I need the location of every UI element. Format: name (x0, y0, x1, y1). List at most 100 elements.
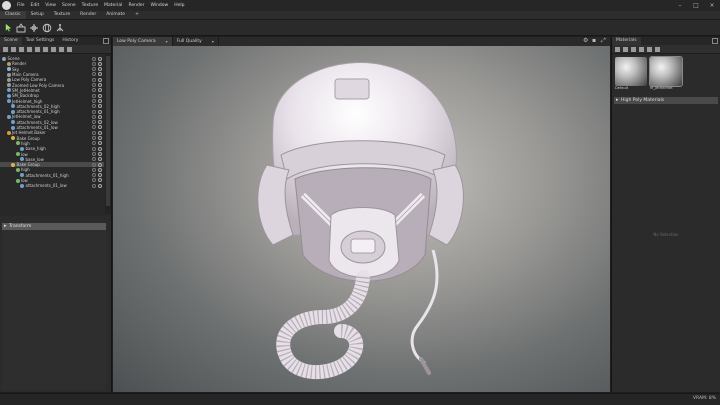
workspace-tab-add[interactable]: + (130, 11, 144, 19)
workspace-tab-setup[interactable]: Setup (26, 11, 49, 19)
workspace-tab-render[interactable]: Render (75, 11, 101, 19)
lock-toggle-icon[interactable] (92, 178, 96, 183)
visibility-toggle-icon[interactable] (98, 77, 102, 82)
new-material-icon[interactable] (615, 46, 620, 52)
visibility-toggle-icon[interactable] (98, 56, 102, 61)
visibility-toggle-icon[interactable] (98, 83, 102, 88)
visibility-toggle-icon[interactable] (98, 130, 102, 135)
lock-toggle-icon[interactable] (92, 120, 96, 125)
add-object-icon[interactable] (3, 46, 8, 52)
menu-item-help[interactable]: Help (171, 0, 187, 11)
visibility-toggle-icon[interactable] (98, 104, 102, 109)
maximize-viewport-icon[interactable]: ⤢ (601, 38, 607, 44)
lock-toggle-icon[interactable] (92, 130, 96, 135)
material-swatch[interactable]: M_JetHelmet (649, 56, 683, 91)
menu-item-window[interactable]: Window (147, 0, 171, 11)
3d-viewport[interactable]: Low Poly Camera ▾ Full Quality ▾ ⚙ ▪ ⤢ (113, 37, 610, 392)
lock-toggle-icon[interactable] (92, 98, 96, 103)
lock-toggle-icon[interactable] (92, 61, 96, 66)
visibility-toggle-icon[interactable] (98, 120, 102, 125)
delete-material-icon[interactable] (639, 46, 644, 52)
lock-toggle-icon[interactable] (92, 146, 96, 151)
lock-toggle-icon[interactable] (92, 141, 96, 146)
scene-object-tool-icon[interactable] (16, 22, 26, 33)
lock-toggle-icon[interactable] (92, 125, 96, 130)
visibility-toggle-icon[interactable] (98, 167, 102, 172)
menu-item-render[interactable]: Render (125, 0, 147, 11)
lock-toggle-icon[interactable] (92, 104, 96, 109)
lock-toggle-icon[interactable] (92, 151, 96, 156)
gear-icon[interactable]: ⚙ (583, 38, 589, 44)
import-material-icon[interactable] (631, 46, 636, 52)
maximize-icon[interactable]: □ (688, 0, 704, 11)
material-options-icon[interactable] (655, 46, 660, 52)
visibility-toggle-icon[interactable] (98, 72, 102, 77)
visibility-toggle-icon[interactable] (98, 146, 102, 151)
duplicate-material-icon[interactable] (623, 46, 628, 52)
visibility-toggle-icon[interactable] (98, 136, 102, 141)
visibility-toggle-icon[interactable] (98, 61, 102, 66)
visibility-toggle-icon[interactable] (98, 67, 102, 72)
lock-toggle-icon[interactable] (92, 173, 96, 178)
visibility-toggle-icon[interactable] (98, 162, 102, 167)
menu-item-texture[interactable]: Texture (79, 0, 101, 11)
lock-toggle-icon[interactable] (92, 83, 96, 88)
menu-item-material[interactable]: Material (101, 0, 125, 11)
scene-tree-scrollbar[interactable] (105, 54, 111, 214)
visibility-toggle-icon[interactable] (98, 88, 102, 93)
tab-history[interactable]: History (58, 37, 82, 45)
dock-icon[interactable] (103, 38, 109, 44)
high-poly-materials-header[interactable]: High Poly Materials (614, 97, 718, 104)
add-baker-icon[interactable] (35, 46, 40, 52)
add-camera-icon[interactable] (19, 46, 24, 52)
import-icon[interactable] (59, 46, 64, 52)
visibility-toggle-icon[interactable] (98, 157, 102, 162)
lock-toggle-icon[interactable] (92, 167, 96, 172)
lock-toggle-icon[interactable] (92, 136, 96, 141)
workspace-tab-animate[interactable]: Animate (101, 11, 130, 19)
delete-icon[interactable] (51, 46, 56, 52)
close-icon[interactable]: × (704, 0, 720, 11)
tree-item[interactable]: attachments_01_low (0, 183, 104, 188)
visibility-toggle-icon[interactable] (98, 114, 102, 119)
materials-title[interactable]: Materials (612, 37, 641, 45)
menu-item-edit[interactable]: Edit (28, 0, 43, 11)
workspace-tab-classic[interactable]: Classic (0, 11, 26, 19)
add-group-icon[interactable] (27, 46, 32, 52)
menu-item-scene[interactable]: Scene (59, 0, 79, 11)
pin-icon[interactable]: ▪ (592, 38, 598, 44)
visibility-toggle-icon[interactable] (98, 178, 102, 183)
dock-icon[interactable] (712, 38, 718, 44)
visibility-toggle-icon[interactable] (98, 173, 102, 178)
scale-tool-icon[interactable] (55, 23, 65, 33)
add-light-icon[interactable] (11, 46, 16, 52)
minimize-icon[interactable]: – (672, 0, 688, 11)
lock-toggle-icon[interactable] (92, 56, 96, 61)
lock-toggle-icon[interactable] (92, 77, 96, 82)
lock-toggle-icon[interactable] (92, 72, 96, 77)
refresh-material-icon[interactable] (647, 46, 652, 52)
move-tool-icon[interactable] (29, 23, 39, 33)
visibility-toggle-icon[interactable] (98, 141, 102, 146)
lock-toggle-icon[interactable] (92, 157, 96, 162)
tab-scene[interactable]: Scene (0, 37, 22, 45)
menu-item-view[interactable]: View (42, 0, 59, 11)
menu-item-file[interactable]: File (14, 0, 28, 11)
lock-toggle-icon[interactable] (92, 114, 96, 119)
lock-toggle-icon[interactable] (92, 109, 96, 114)
lock-toggle-icon[interactable] (92, 162, 96, 167)
lock-toggle-icon[interactable] (92, 67, 96, 72)
lock-toggle-icon[interactable] (92, 93, 96, 98)
material-swatch[interactable]: Default (615, 57, 647, 91)
rotate-tool-icon[interactable] (42, 23, 52, 33)
workspace-tab-texture[interactable]: Texture (49, 11, 75, 19)
lock-toggle-icon[interactable] (92, 88, 96, 93)
visibility-toggle-icon[interactable] (98, 93, 102, 98)
transform-section-header[interactable]: Transform (2, 223, 106, 230)
tab-low-poly-camera[interactable]: Low Poly Camera ▾ (113, 37, 173, 46)
select-tool-icon[interactable] (3, 23, 13, 33)
visibility-toggle-icon[interactable] (98, 151, 102, 156)
refresh-icon[interactable] (67, 46, 72, 52)
duplicate-icon[interactable] (43, 46, 48, 52)
visibility-toggle-icon[interactable] (98, 125, 102, 130)
